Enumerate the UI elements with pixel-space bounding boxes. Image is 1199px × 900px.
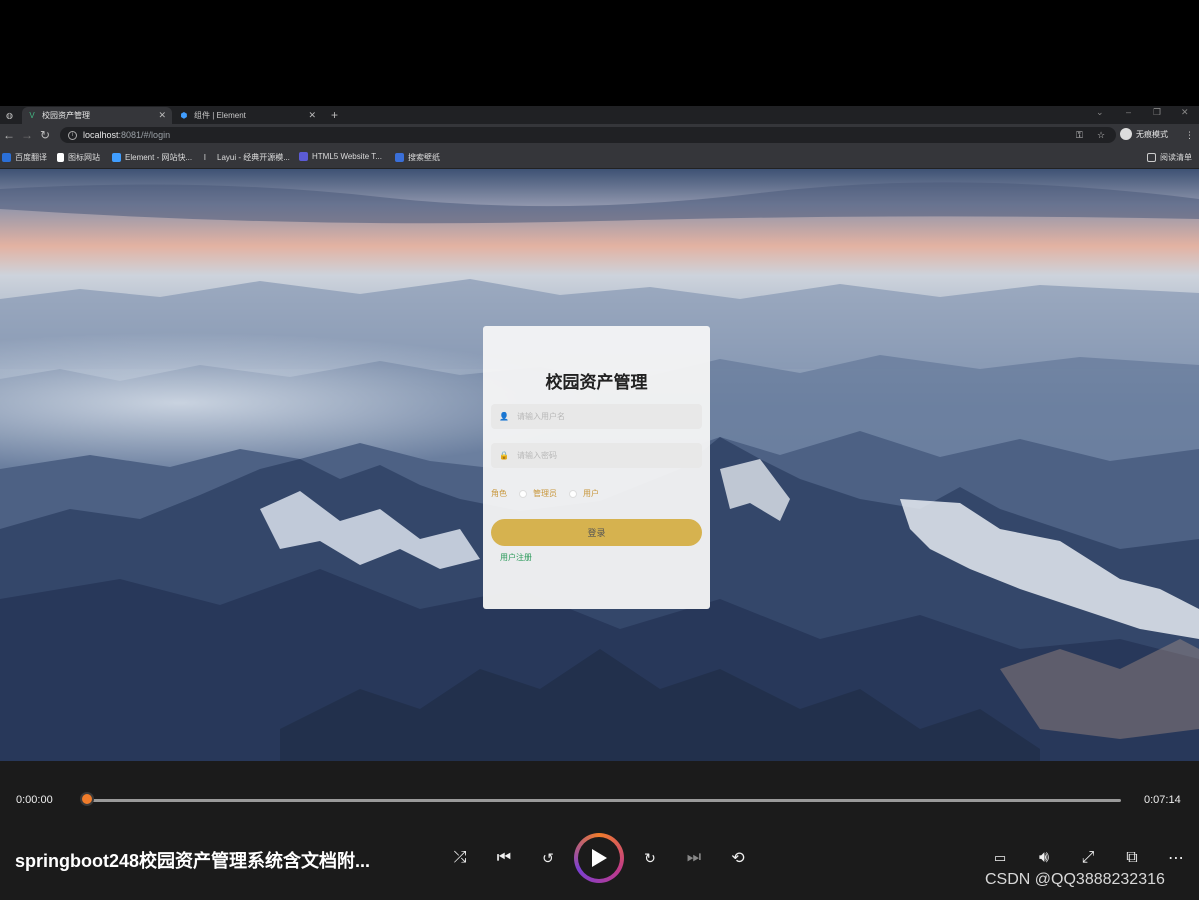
bookmark-label: 百度翻译 (15, 153, 47, 162)
bookmark-label: Layui - 经典开源模... (217, 153, 290, 162)
back-arrow-icon[interactable]: ← (3, 128, 15, 142)
page-title: 校园资产管理 (545, 373, 648, 392)
fullscreen-icon[interactable]: ⤢ (1077, 847, 1099, 869)
bookmark-label: 搜索壁纸 (408, 153, 440, 162)
key-icon[interactable]: ⚿ (1076, 130, 1083, 141)
tab-strip: ◍ V 校园资产管理 ✕ ⬢ 组件 | Element ✕ + ⌄ – ❐ ✕ (0, 106, 1199, 124)
username-field[interactable]: 👤 (491, 404, 702, 429)
role-selector: 角色 管理员 用户 (491, 488, 599, 499)
flag-icon (57, 153, 64, 162)
username-input[interactable] (517, 412, 697, 421)
reading-list-icon (1147, 153, 1156, 162)
password-field[interactable]: 🔒 (491, 443, 702, 468)
bookmark-label: 图标网站 (68, 153, 100, 162)
bookmark-item[interactable]: 搜索壁纸 (395, 152, 440, 163)
skip-next-icon[interactable]: ⏭ (683, 847, 705, 869)
shuffle-icon[interactable]: ⤮ (449, 847, 471, 869)
role-radio-admin[interactable]: 管理员 (519, 488, 557, 499)
browser-window: ◍ V 校园资产管理 ✕ ⬢ 组件 | Element ✕ + ⌄ – ❐ ✕ … (0, 106, 1199, 761)
reading-list[interactable]: 阅读清单 (1147, 152, 1192, 163)
volume-icon[interactable]: 🔊︎ (1033, 847, 1055, 869)
password-input[interactable] (517, 451, 697, 460)
letterbox-top (0, 0, 1199, 106)
incognito-avatar-icon (1120, 128, 1132, 140)
progress-track[interactable] (87, 799, 1121, 802)
role-radio-user[interactable]: 用户 (569, 488, 599, 499)
more-vert-icon[interactable]: ⋮ (1185, 130, 1194, 141)
reading-list-label: 阅读清单 (1160, 153, 1192, 162)
wallpaper-icon (395, 153, 404, 162)
mini-player-icon[interactable]: ⧉ (1121, 847, 1143, 869)
total-time: 0:07:14 (1144, 794, 1181, 806)
bookmark-label: HTML5 Website T... (312, 152, 382, 161)
profile-label: 无痕模式 (1136, 129, 1168, 139)
tab-element[interactable]: ⬢ 组件 | Element ✕ (174, 107, 322, 124)
tab-label: 校园资产管理 (42, 111, 90, 120)
role-label: 角色 (491, 489, 507, 498)
skip-previous-icon[interactable]: ⏮ (493, 847, 515, 869)
more-horiz-icon[interactable]: ⋯ (1165, 847, 1187, 869)
login-card: 校园资产管理 👤 🔒 角色 管理员 用户 登录 (483, 326, 710, 609)
info-icon[interactable]: i (68, 130, 77, 140)
maximize-icon[interactable]: ❐ (1153, 107, 1161, 118)
minimize-icon[interactable]: – (1126, 107, 1131, 117)
bookmark-item[interactable]: 百度翻译 (2, 152, 47, 163)
address-bar[interactable]: i localhost :8081/#/login (60, 127, 1116, 143)
tab-label: 组件 | Element (194, 111, 246, 120)
translate-icon (2, 153, 11, 162)
star-icon[interactable]: ☆ (1097, 130, 1105, 141)
play-icon (578, 837, 620, 879)
url-path: :8081/#/login (118, 130, 171, 140)
tab-campus-asset[interactable]: V 校园资产管理 ✕ (22, 107, 172, 124)
login-button[interactable]: 登录 (491, 519, 702, 546)
bookmark-label: Element - 网站快... (125, 153, 193, 162)
chevron-down-icon[interactable]: ⌄ (1096, 107, 1104, 118)
reload-icon[interactable]: ↻ (40, 128, 50, 142)
repeat-off-icon[interactable]: ⟲ (727, 847, 749, 869)
current-time: 0:00:00 (16, 794, 53, 806)
bookmark-item[interactable]: HTML5 Website T... (299, 152, 382, 161)
element-icon (112, 153, 121, 162)
new-tab-icon[interactable]: + (331, 108, 338, 122)
incognito-profile[interactable]: 无痕模式 (1120, 128, 1168, 140)
lock-icon: 🔒 (499, 451, 509, 460)
forward-30-icon[interactable]: ↻ (639, 847, 661, 869)
tab-search-icon[interactable]: ◍ (0, 107, 20, 124)
close-icon[interactable]: ✕ (308, 110, 316, 121)
bookmarks-bar: 百度翻译 图标网站 Element - 网站快... l Layui - 经典开… (0, 146, 1199, 169)
user-icon: 👤 (499, 412, 509, 421)
window-close-icon[interactable]: ✕ (1181, 107, 1189, 118)
forward-arrow-icon[interactable]: → (21, 128, 33, 142)
video-player-controls: 0:00:00 0:07:14 springboot248校园资产管理系统含文档… (0, 761, 1199, 900)
layui-icon: l (204, 153, 206, 162)
vue-icon: V (29, 111, 35, 120)
video-title: springboot248校园资产管理系统含文档附... (15, 851, 371, 871)
progress-knob[interactable] (80, 792, 94, 806)
html5-icon (299, 152, 308, 161)
role-option-label: 用户 (583, 489, 599, 498)
url-host: localhost (83, 130, 119, 140)
radio-circle[interactable] (519, 489, 527, 498)
register-link[interactable]: 用户注册 (500, 552, 532, 563)
close-icon[interactable]: ✕ (158, 110, 166, 121)
play-button[interactable] (574, 833, 624, 883)
rewind-10-icon[interactable]: ↺ (537, 847, 559, 869)
navigation-toolbar: ← → ↻ i localhost :8081/#/login ⚿ ☆ 无痕模式… (0, 124, 1199, 146)
subtitles-icon[interactable]: ▭ (989, 847, 1011, 869)
role-option-label: 管理员 (533, 489, 557, 498)
element-icon: ⬢ (180, 111, 188, 120)
bookmark-item[interactable]: 图标网站 (57, 152, 100, 163)
page-viewport: 校园资产管理 👤 🔒 角色 管理员 用户 登录 (0, 169, 1199, 761)
bookmark-item[interactable]: l Layui - 经典开源模... (204, 152, 290, 163)
bookmark-item[interactable]: Element - 网站快... (112, 152, 192, 163)
radio-circle[interactable] (569, 489, 577, 498)
watermark: CSDN @QQ3888232316 (985, 871, 1165, 888)
